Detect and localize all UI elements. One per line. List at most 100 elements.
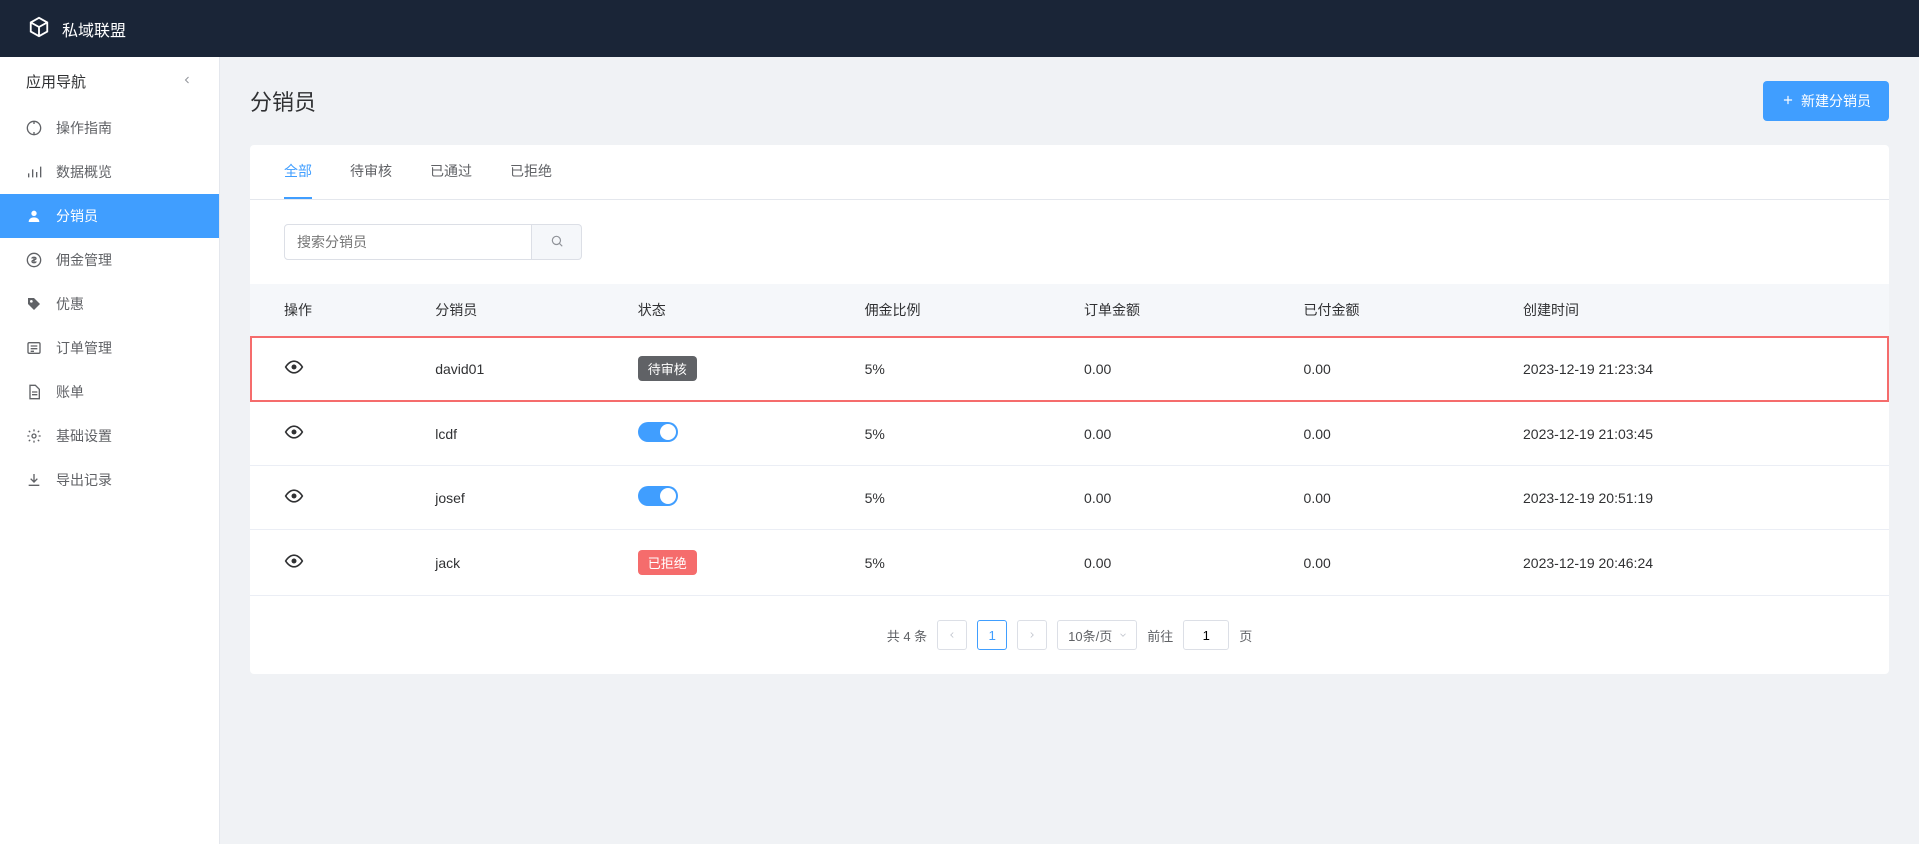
compass-icon	[26, 120, 42, 136]
table-column-header: 已付金额	[1270, 284, 1489, 336]
cell-order-amount: 0.00	[1050, 336, 1269, 402]
chevron-left-icon[interactable]	[181, 73, 193, 90]
cell-order-amount: 0.00	[1050, 530, 1269, 596]
cube-icon	[28, 16, 50, 41]
pagination-total: 共 4 条	[887, 626, 927, 645]
table-column-header: 订单金额	[1050, 284, 1269, 336]
sidebar-item-dollar[interactable]: 佣金管理	[0, 238, 219, 282]
cell-status	[604, 402, 831, 466]
cell-status	[604, 466, 831, 530]
page-size-label: 10条/页	[1068, 626, 1112, 645]
pagination-page-1[interactable]: 1	[977, 620, 1007, 650]
sidebar-item-label: 分销员	[56, 206, 98, 226]
chevron-down-icon	[1118, 628, 1128, 643]
status-badge: 已拒绝	[638, 550, 697, 575]
table-column-header: 创建时间	[1489, 284, 1889, 336]
sidebar-item-label: 佣金管理	[56, 250, 112, 270]
table-header-row: 操作分销员状态佣金比例订单金额已付金额创建时间	[250, 284, 1889, 336]
app-header: 私域联盟	[0, 0, 1919, 57]
cell-paid-amount: 0.00	[1270, 530, 1489, 596]
list-icon	[26, 340, 42, 356]
sidebar-item-label: 操作指南	[56, 118, 112, 138]
pagination: 共 4 条 1 10条/页 前往 页	[250, 596, 1889, 674]
search-button[interactable]	[532, 224, 582, 260]
chevron-right-icon	[1027, 628, 1037, 643]
tag-icon	[26, 296, 42, 312]
tab-3[interactable]: 已拒绝	[510, 145, 552, 199]
cell-created-at: 2023-12-19 21:23:34	[1489, 336, 1889, 402]
create-distributor-button[interactable]: 新建分销员	[1763, 81, 1889, 121]
cell-distributor: david01	[401, 336, 604, 402]
cell-created-at: 2023-12-19 20:51:19	[1489, 466, 1889, 530]
cell-paid-amount: 0.00	[1270, 336, 1489, 402]
view-icon[interactable]	[284, 429, 304, 445]
sidebar-header-label: 应用导航	[26, 71, 86, 92]
plus-icon	[1781, 93, 1795, 110]
cell-status: 待审核	[604, 336, 831, 402]
sidebar: 应用导航 操作指南数据概览分销员佣金管理优惠订单管理账单基础设置导出记录	[0, 57, 220, 844]
cell-status: 已拒绝	[604, 530, 831, 596]
pagination-goto-prefix: 前往	[1147, 626, 1173, 645]
sidebar-item-label: 账单	[56, 382, 84, 402]
toolbar	[250, 200, 1889, 284]
cell-paid-amount: 0.00	[1270, 466, 1489, 530]
sidebar-item-tag[interactable]: 优惠	[0, 282, 219, 326]
cell-order-amount: 0.00	[1050, 402, 1269, 466]
cell-distributor: lcdf	[401, 402, 604, 466]
cell-rate: 5%	[831, 336, 1050, 402]
page-header: 分销员 新建分销员	[250, 81, 1889, 121]
cell-distributor: josef	[401, 466, 604, 530]
create-button-label: 新建分销员	[1801, 91, 1871, 111]
view-icon[interactable]	[284, 558, 304, 574]
table-column-header: 状态	[604, 284, 831, 336]
table-row: jack已拒绝5%0.000.002023-12-19 20:46:24	[250, 530, 1889, 596]
user-icon	[26, 208, 42, 224]
sidebar-item-chart-bar[interactable]: 数据概览	[0, 150, 219, 194]
table-column-header: 佣金比例	[831, 284, 1050, 336]
cell-distributor: jack	[401, 530, 604, 596]
sidebar-item-label: 基础设置	[56, 426, 112, 446]
pagination-prev-button[interactable]	[937, 620, 967, 650]
table-row: lcdf5%0.000.002023-12-19 21:03:45	[250, 402, 1889, 466]
sidebar-item-file[interactable]: 账单	[0, 370, 219, 414]
sidebar-item-compass[interactable]: 操作指南	[0, 106, 219, 150]
pagination-goto-suffix: 页	[1239, 626, 1252, 645]
table-column-header: 操作	[250, 284, 401, 336]
sidebar-item-label: 优惠	[56, 294, 84, 314]
dollar-icon	[26, 252, 42, 268]
view-icon[interactable]	[284, 493, 304, 509]
cell-rate: 5%	[831, 402, 1050, 466]
sidebar-item-list[interactable]: 订单管理	[0, 326, 219, 370]
page-title: 分销员	[250, 85, 316, 117]
table-row: david01待审核5%0.000.002023-12-19 21:23:34	[250, 336, 1889, 402]
pagination-next-button[interactable]	[1017, 620, 1047, 650]
status-toggle[interactable]	[638, 422, 678, 442]
download-icon	[26, 472, 42, 488]
sidebar-item-label: 订单管理	[56, 338, 112, 358]
content-card: 全部待审核已通过已拒绝 操作分销员状态佣金比例订单金额已付金额创建时间 davi…	[250, 145, 1889, 674]
cell-order-amount: 0.00	[1050, 466, 1269, 530]
cell-paid-amount: 0.00	[1270, 402, 1489, 466]
status-badge: 待审核	[638, 356, 697, 381]
sidebar-item-label: 导出记录	[56, 470, 112, 490]
sidebar-item-user[interactable]: 分销员	[0, 194, 219, 238]
pagination-goto-input[interactable]	[1183, 620, 1229, 650]
search-icon	[550, 234, 564, 251]
chevron-left-icon	[947, 628, 957, 643]
sidebar-item-download[interactable]: 导出记录	[0, 458, 219, 502]
search-input[interactable]	[284, 224, 532, 260]
pagination-page-size-select[interactable]: 10条/页	[1057, 620, 1137, 650]
tab-2[interactable]: 已通过	[430, 145, 472, 199]
file-icon	[26, 384, 42, 400]
app-logo: 私域联盟	[28, 16, 126, 41]
app-title: 私域联盟	[62, 17, 126, 41]
view-icon[interactable]	[284, 364, 304, 380]
tab-1[interactable]: 待审核	[350, 145, 392, 199]
table-column-header: 分销员	[401, 284, 604, 336]
cell-rate: 5%	[831, 466, 1050, 530]
sidebar-item-gear[interactable]: 基础设置	[0, 414, 219, 458]
tab-0[interactable]: 全部	[284, 145, 312, 199]
table-row: josef5%0.000.002023-12-19 20:51:19	[250, 466, 1889, 530]
status-toggle[interactable]	[638, 486, 678, 506]
main-content: 分销员 新建分销员 全部待审核已通过已拒绝	[220, 57, 1919, 844]
